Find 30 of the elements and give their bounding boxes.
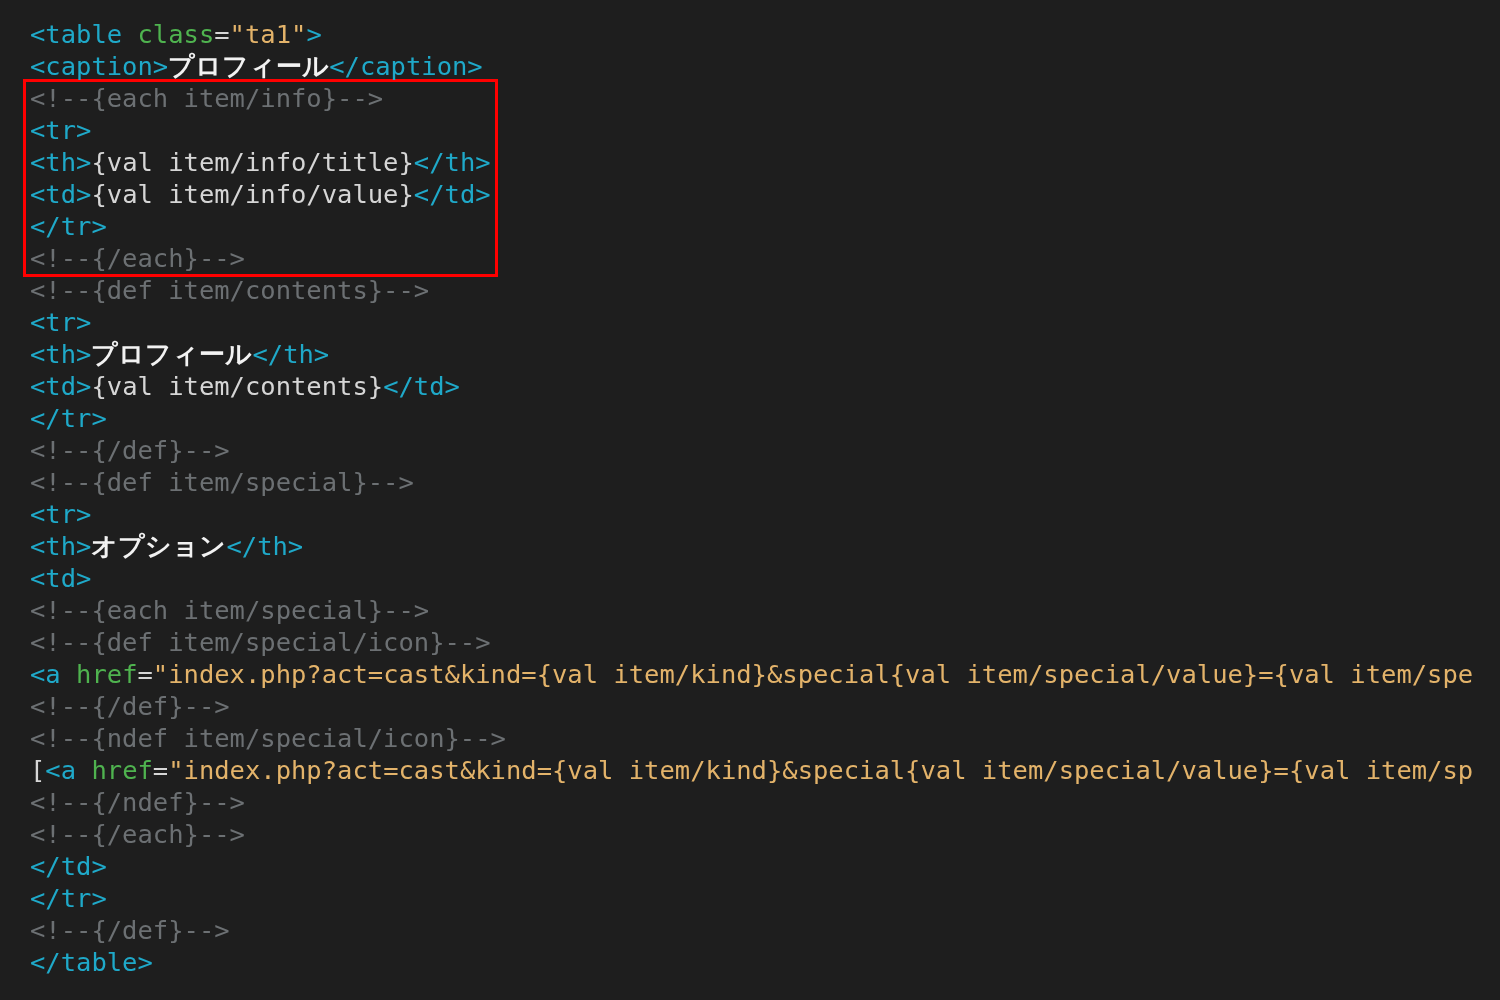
code-line: <a href="index.php?act=cast&kind={val item/kind}&special{val item/special/value}={val item/spe — [30, 658, 1474, 690]
code-line: <tr> — [30, 114, 93, 146]
code-line: <!--{each item/info}--> — [30, 82, 385, 114]
code-line: <td>{val item/contents}</td> — [30, 370, 461, 402]
code-line: <table class="ta1"> — [30, 18, 323, 50]
code-line: <tr> — [30, 306, 93, 338]
code-line: <th>{val item/info/title}</th> — [30, 146, 491, 178]
code-line: <caption>プロフィール</caption> — [30, 50, 483, 82]
code-line: [<a href="index.php?act=cast&kind={val item/kind}&special{val item/special/value}={val item/sp — [30, 754, 1474, 786]
code-line: </table> — [30, 946, 154, 978]
code-line: <!--{/each}--> — [30, 242, 246, 274]
code-line: <!--{def item/special/icon}--> — [30, 626, 492, 658]
code-line: <th>プロフィール</th> — [30, 338, 331, 370]
code-line: <!--{def item/special}--> — [30, 466, 415, 498]
code-line: <!--{each item/special}--> — [30, 594, 431, 626]
code-line: <td>{val item/info/value}</td> — [30, 178, 491, 210]
code-line: <tr> — [30, 498, 93, 530]
code-line: </tr> — [30, 402, 108, 434]
code-line: <!--{/each}--> — [30, 818, 246, 850]
code-line: <td> — [30, 562, 93, 594]
code-line: <th>オプション</th> — [30, 530, 305, 562]
code-line: </tr> — [30, 210, 108, 242]
code-line: <!--{/def}--> — [30, 914, 231, 946]
code-line: </tr> — [30, 882, 108, 914]
code-line: <!--{/ndef}--> — [30, 786, 246, 818]
code-line: <!--{/def}--> — [30, 690, 231, 722]
code-line: <!--{def item/contents}--> — [30, 274, 431, 306]
code-line: <!--{ndef item/special/icon}--> — [30, 722, 507, 754]
code-line: <!--{/def}--> — [30, 434, 231, 466]
code-line: </td> — [30, 850, 108, 882]
